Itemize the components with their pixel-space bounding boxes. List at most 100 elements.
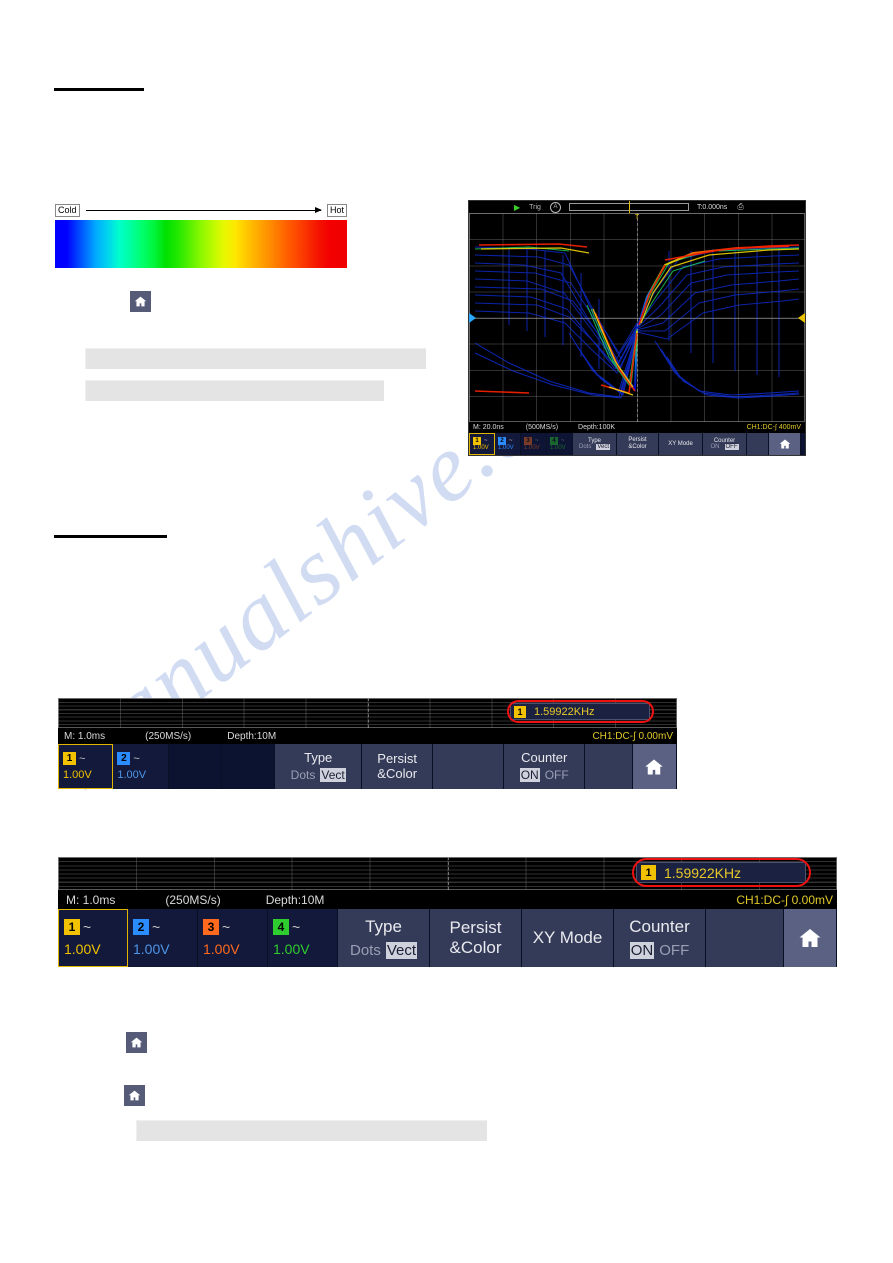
menu-empty-slot: [168, 744, 222, 789]
coupling-icon: ~: [83, 919, 92, 935]
home-icon[interactable]: [130, 291, 151, 312]
graticule-center-horizontal: [469, 317, 805, 319]
menu-channel-1[interactable]: 1 ~ 1.00V: [58, 909, 128, 967]
menu-channel-2[interactable]: 2 ~ 1.00V: [495, 433, 521, 455]
horizontal-position-bar[interactable]: [568, 201, 689, 213]
menu-channel-2[interactable]: 2 ~ 1.00V: [113, 744, 169, 789]
menu-counter-button[interactable]: Counter ON OFF: [614, 909, 706, 967]
menu-persist-label: Persist: [449, 918, 502, 938]
freq-value: 1.59922KHz: [534, 705, 595, 718]
scope-graticule: T: [469, 213, 805, 422]
menu-type-button[interactable]: Type Dots Vect: [338, 909, 430, 967]
menu-channel-4[interactable]: 4 ~ 1.00V: [268, 909, 338, 967]
menu-xy-mode-button[interactable]: [433, 744, 505, 789]
channel-number-badge: 3: [524, 437, 532, 445]
cold-hot-axis: Cold Hot: [55, 203, 347, 217]
type-option-dots[interactable]: Dots: [579, 444, 591, 450]
samplerate-readout: (250MS/s): [165, 892, 221, 907]
home-icon[interactable]: [126, 1032, 147, 1053]
redacted-text-bar: [85, 348, 426, 369]
trigger-level-marker[interactable]: [798, 312, 805, 323]
menu-counter-label: Counter: [713, 437, 736, 444]
counter-option-on[interactable]: ON: [519, 768, 540, 783]
scope-info-line: M: 1.0ms (250MS/s) Depth:10M CH1:DC-∫ 0.…: [58, 728, 677, 744]
graticule-center-vertical: [447, 857, 449, 890]
menu-persist-color-button[interactable]: Persist &Color: [362, 744, 434, 789]
counter-option-on[interactable]: ON: [711, 444, 720, 450]
lock-icon: ⎙: [737, 202, 744, 211]
channel-number-badge: 2: [133, 919, 149, 935]
arrow-right-icon: [85, 206, 323, 213]
menu-type-label: Type: [304, 749, 333, 765]
timebase-readout: M: 1.0ms: [64, 730, 106, 742]
channel-scale: 1.00V: [473, 445, 489, 451]
coupling-icon: ~: [535, 438, 539, 444]
hot-label: Hot: [326, 203, 347, 217]
scope-menubar: 1 ~ 1.00V 2 ~ 1.00V 3 ~ 1.00V 4 ~ 1.00V: [58, 909, 837, 967]
counter-option-off[interactable]: OFF: [545, 768, 569, 782]
channel-scale: 1.00V: [498, 445, 514, 451]
menu-channel-2[interactable]: 2 ~ 1.00V: [128, 909, 198, 967]
menu-channel-3[interactable]: 3 ~ 1.00V: [521, 433, 547, 455]
coupling-icon: ~: [133, 752, 140, 765]
menu-color-label: &Color: [377, 765, 418, 781]
menu-counter-label: Counter: [521, 749, 568, 765]
counter-option-off[interactable]: OFF: [659, 942, 689, 959]
menu-xy-mode-label: XY Mode: [532, 928, 603, 948]
redacted-text-bar: [136, 1120, 487, 1141]
menu-home-button[interactable]: [632, 744, 677, 789]
timebase-readout: M: 20.0ns: [473, 424, 504, 431]
menu-channel-3[interactable]: 3 ~ 1.00V: [198, 909, 268, 967]
samplerate-readout: (500MS/s): [525, 424, 559, 431]
type-option-dots[interactable]: Dots: [350, 942, 381, 959]
menu-channel-4[interactable]: 4 ~ 1.00V: [547, 433, 573, 455]
coupling-icon: ~: [561, 438, 565, 444]
type-option-vect[interactable]: Vect: [320, 768, 346, 783]
depth-readout: Depth:10M: [227, 730, 277, 742]
counter-option-on[interactable]: ON: [629, 941, 655, 959]
menu-persist-label: Persist: [628, 437, 647, 444]
menu-home-button[interactable]: [769, 433, 801, 455]
menu-empty-slot: [221, 744, 276, 789]
channel-number-badge: 1: [64, 919, 80, 935]
menu-counter-button[interactable]: Counter ON OFF: [703, 433, 747, 455]
channel-scale: 1.00V: [63, 769, 92, 781]
coupling-icon: ~: [152, 919, 161, 935]
trigger-status-label: Trig: [529, 203, 541, 211]
scope-topbar: ▶ Trig A T:0.000ns ⎙: [469, 201, 805, 213]
menu-persist-color-button[interactable]: Persist &Color: [430, 909, 522, 967]
menu-home-button[interactable]: [784, 909, 837, 967]
channel-scale: 1.00V: [273, 941, 310, 957]
menu-channel-1[interactable]: 1 ~ 1.00V: [469, 433, 495, 455]
channel-scale: 1.00V: [133, 941, 170, 957]
counter-option-off[interactable]: OFF: [724, 444, 739, 451]
type-option-vect[interactable]: Vect: [596, 444, 611, 451]
scope-screen-persistence: ▶ Trig A T:0.000ns ⎙ T M: 20.0ns (500MS/…: [468, 200, 806, 456]
scope-info-line: M: 20.0ns (500MS/s) Depth:100K CH1:DC-∫ …: [469, 422, 805, 433]
type-option-dots[interactable]: Dots: [291, 768, 316, 782]
channel-number-badge: 3: [203, 919, 219, 935]
menu-type-button[interactable]: Type Dots Vect: [275, 744, 363, 789]
menu-counter-button[interactable]: Counter ON OFF: [504, 744, 586, 789]
channel-number-badge: 1: [63, 752, 76, 765]
menu-type-button[interactable]: Type Dots Vect: [573, 433, 617, 455]
run-status-icon: ▶: [514, 202, 521, 212]
type-option-vect[interactable]: Vect: [385, 941, 418, 959]
freq-channel-badge: 1: [514, 705, 526, 718]
channel1-ground-marker[interactable]: [469, 312, 476, 323]
trigger-readout: CH1:DC-∫ 0.00mV: [736, 892, 833, 907]
channel-scale: 1.00V: [550, 445, 566, 451]
home-icon[interactable]: [124, 1085, 145, 1106]
channel-scale: 1.00V: [64, 941, 101, 957]
channel-scale: 1.00V: [203, 941, 240, 957]
menu-color-label: &Color: [449, 938, 502, 957]
menu-persist-color-button[interactable]: Persist &Color: [617, 433, 659, 455]
depth-readout: Depth:100K: [578, 424, 616, 431]
menu-xy-mode-button[interactable]: XY Mode: [659, 433, 703, 455]
home-icon: [799, 929, 821, 947]
menu-channel-1[interactable]: 1 ~ 1.00V: [58, 744, 114, 789]
timebase-readout: M: 1.0ms: [66, 892, 116, 907]
channel-number-badge: 1: [473, 437, 481, 445]
menu-xy-mode-button[interactable]: XY Mode: [522, 909, 614, 967]
frequency-counter-readout: 1 1.59922KHz: [510, 703, 650, 720]
